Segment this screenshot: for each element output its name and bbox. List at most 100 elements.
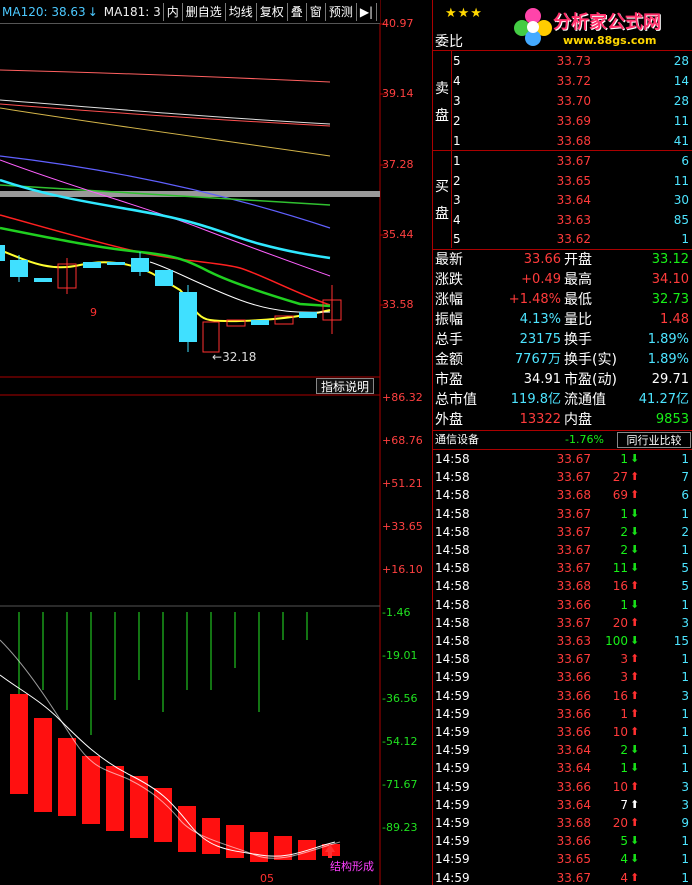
tick-price: 33.66 — [556, 688, 591, 703]
tick-price: 33.66 — [556, 725, 591, 739]
indicator-help-button[interactable]: 指标说明 — [316, 378, 374, 394]
tick-row: 14:59 33.66 1 ⬆ 1 — [433, 705, 692, 723]
tick-direction-icon: ⬆ — [630, 816, 640, 829]
tick-count: 1 — [681, 761, 689, 776]
order-ratio-label: 委比 — [435, 34, 463, 50]
quote-value: 33.66 — [523, 252, 561, 267]
logo-flower-icon — [514, 8, 552, 46]
tick-volume: 1 — [620, 452, 628, 466]
indicator-axis-label: -54.12 — [382, 735, 418, 748]
quote-label: 量比 — [564, 312, 592, 328]
tick-time: 14:59 — [435, 834, 470, 849]
quote-value: 1.89% — [647, 352, 689, 367]
order-level: 5 — [453, 232, 461, 247]
date-label: 05 — [260, 872, 274, 885]
indicator-axis-label: -71.67 — [382, 778, 418, 791]
order-price: 33.72 — [556, 74, 591, 88]
quote-label: 换手(实) — [564, 352, 617, 368]
tick-volume: 16 — [612, 688, 628, 703]
order-level: 3 — [453, 94, 461, 108]
sell-order-row[interactable]: 2 33.69 11 — [433, 111, 692, 131]
tick-row: 14:58 33.67 20 ⬆ 3 — [433, 614, 692, 632]
tick-time: 14:58 — [435, 579, 470, 594]
toolbar-menu-arrow-icon[interactable]: ▼ — [376, 2, 380, 21]
tick-count: 7 — [681, 470, 689, 485]
buy-order-row[interactable]: 5 33.62 1 — [433, 229, 692, 249]
tick-volume: 10 — [612, 725, 628, 739]
order-volume: 14 — [673, 74, 689, 88]
sell-order-row[interactable]: 3 33.70 28 — [433, 91, 692, 111]
tick-price: 33.67 — [556, 452, 591, 466]
toolbar-button-forecast[interactable]: 预测 — [324, 2, 356, 21]
ma120-arrow-icon: ↓ — [87, 4, 98, 19]
quote-label: 涨幅 — [435, 292, 463, 308]
quote-value: +0.49 — [521, 272, 561, 287]
ma181-label: MA181: 3 — [103, 4, 161, 19]
tick-time: 14:59 — [435, 670, 470, 685]
tick-row: 14:59 33.67 4 ⬆ 1 — [433, 869, 692, 885]
order-volume: 6 — [681, 154, 689, 168]
tick-row: 14:58 33.66 1 ⬇ 1 — [433, 596, 692, 614]
tick-price: 33.67 — [556, 470, 591, 485]
indicator-axis-label: -19.01 — [382, 649, 418, 662]
tick-count: 5 — [681, 579, 689, 594]
toolbar-button-ma[interactable]: 均线 — [224, 2, 256, 21]
tick-price: 33.68 — [556, 579, 591, 594]
tick-count: 1 — [681, 706, 689, 721]
buy-order-row[interactable]: 4 33.63 85 — [433, 210, 692, 230]
tick-volume: 2 — [620, 543, 628, 557]
toolbar-button-delete-watchlist[interactable]: 删自选 — [181, 2, 225, 21]
industry-compare-button[interactable]: 同行业比较 — [617, 432, 691, 448]
sell-order-row[interactable]: 4 33.72 14 — [433, 71, 692, 91]
tick-direction-icon: ⬇ — [630, 761, 640, 775]
buy-order-row[interactable]: 1 33.67 6 — [433, 151, 692, 171]
order-volume: 30 — [673, 193, 689, 208]
tick-price: 33.67 — [556, 870, 591, 885]
tick-direction-icon: ⬆ — [630, 579, 640, 593]
toolbar-button-overlay[interactable]: 叠 — [286, 2, 306, 21]
tick-direction-icon: ⬇ — [630, 834, 640, 848]
tick-price: 33.64 — [556, 743, 591, 758]
tick-count: 1 — [681, 834, 689, 849]
quote-row: 总市值 119.8亿 流通值 41.27亿 — [433, 390, 692, 410]
tick-row: 14:58 33.68 16 ⬆ 5 — [433, 577, 692, 595]
tick-direction-icon: ⬆ — [630, 797, 640, 811]
toolbar-nav-end-icon[interactable]: ▶| — [355, 2, 376, 21]
quote-value: 32.73 — [651, 292, 689, 307]
tick-count: 5 — [681, 561, 689, 576]
chart-toolbar: MA120: 38.63 ↓ MA181: 3 内 删自选 均线 复权 叠 窗 … — [0, 0, 380, 24]
sell-order-row[interactable]: 5 33.73 28 — [433, 51, 692, 71]
tick-direction-icon: ⬇ — [630, 543, 640, 556]
tick-volume: 4 — [620, 852, 628, 867]
industry-name[interactable]: 通信设备 — [435, 431, 479, 449]
toolbar-button-inner[interactable]: 内 — [162, 2, 182, 21]
quote-label: 总手 — [435, 332, 463, 348]
indicator-axis-label: +16.10 — [382, 563, 423, 576]
tick-count: 2 — [681, 524, 689, 539]
order-price: 33.62 — [556, 232, 591, 247]
toolbar-button-adjust[interactable]: 复权 — [255, 2, 287, 21]
tick-direction-icon: ⬆ — [630, 779, 640, 793]
order-volume: 85 — [673, 212, 689, 227]
buy-order-row[interactable]: 2 33.65 11 — [433, 171, 692, 191]
tick-volume: 4 — [620, 870, 628, 885]
order-volume: 28 — [673, 94, 689, 108]
tick-time: 14:58 — [435, 524, 470, 539]
quote-label: 开盘 — [564, 252, 592, 268]
quote-value: 1.48 — [660, 312, 689, 327]
buy-order-row[interactable]: 3 33.64 30 — [433, 190, 692, 210]
order-price: 33.65 — [556, 173, 591, 188]
toolbar-button-window[interactable]: 窗 — [305, 2, 325, 21]
chart-canvas[interactable] — [0, 0, 432, 885]
ma-line-red3 — [0, 214, 331, 306]
tick-direction-icon: ⬇ — [630, 597, 640, 611]
quote-row: 金额 7767万 换手(实) 1.89% — [433, 350, 692, 370]
tick-time: 14:59 — [435, 688, 470, 703]
tick-row: 14:58 33.63 100 ⬇ 15 — [433, 632, 692, 650]
tick-row: 14:59 33.66 5 ⬇ 1 — [433, 832, 692, 850]
tick-price: 33.67 — [556, 506, 591, 521]
tick-price: 33.67 — [556, 561, 591, 576]
tick-direction-icon: ⬆ — [630, 725, 640, 738]
quote-value: 4.13% — [519, 312, 561, 327]
sell-order-row[interactable]: 1 33.68 41 — [433, 131, 692, 151]
